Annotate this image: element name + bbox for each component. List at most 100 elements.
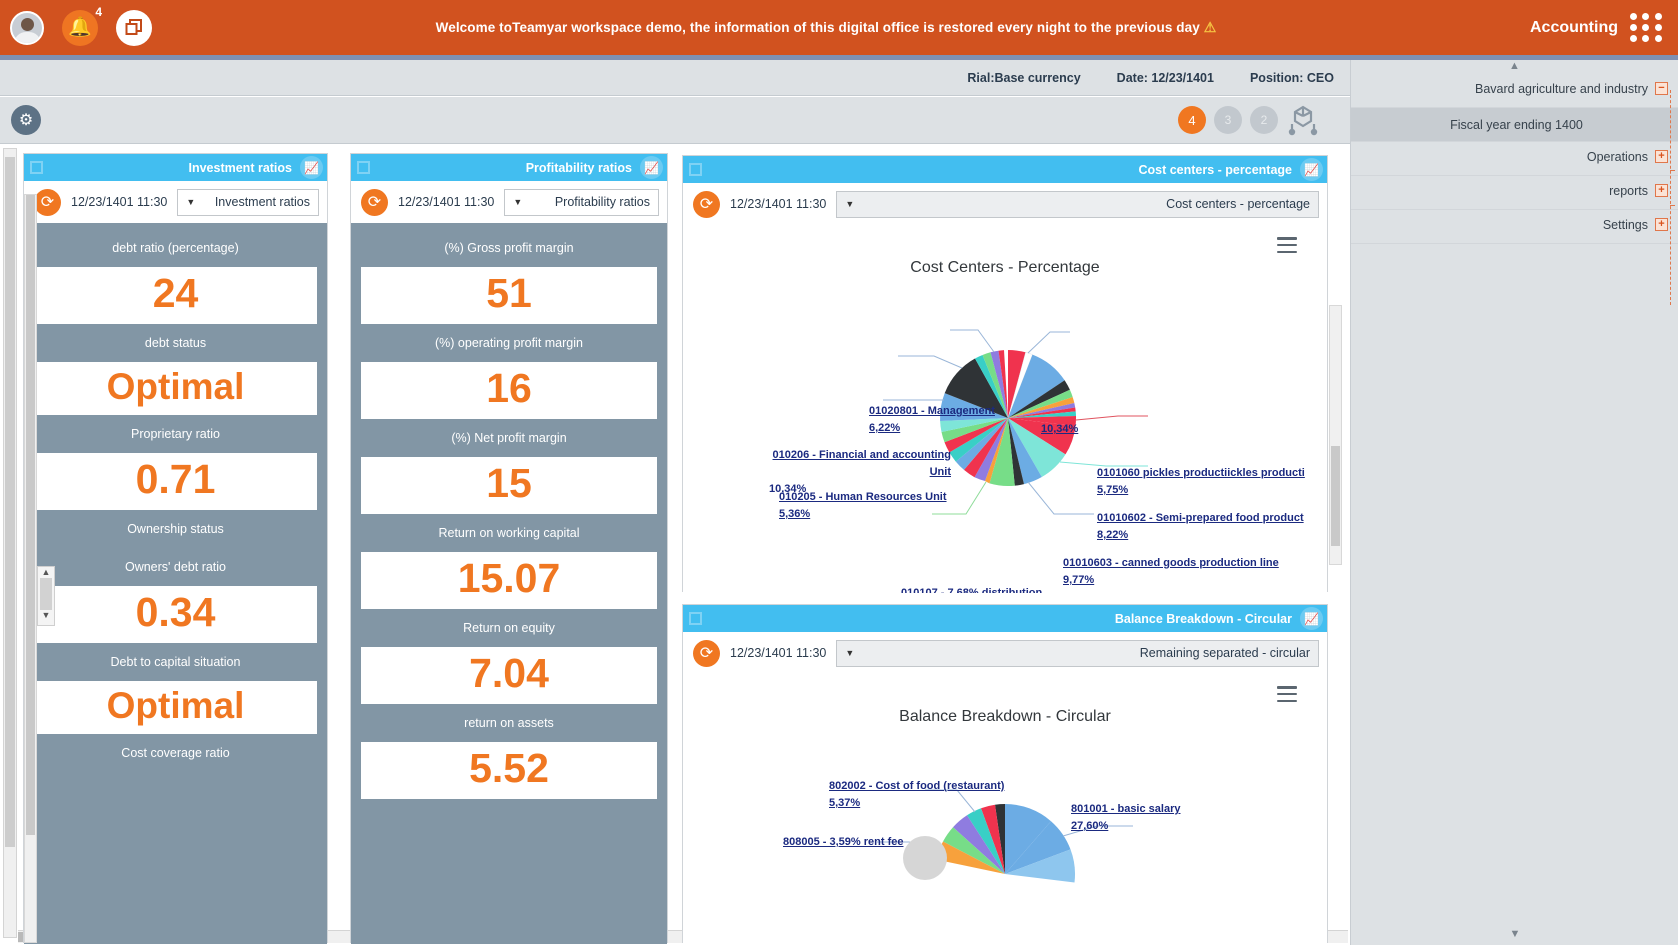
- right-sidebar: ▲ Bavard agriculture and industry − Fisc…: [1350, 60, 1678, 945]
- pie-callout-label[interactable]: 01020801 - Management 6,22%: [869, 403, 1009, 437]
- panel-timestamp: 12/23/1401 11:30: [730, 197, 827, 211]
- pie-callout-label[interactable]: 01010602 - Semi-prepared food product 8,…: [1097, 510, 1325, 544]
- scrollbar-thumb[interactable]: [26, 195, 35, 835]
- date-label: Date: 12/23/1401: [1116, 70, 1214, 85]
- warning-triangle-icon: ⚠: [1203, 19, 1217, 35]
- chart-badge-icon[interactable]: 📈: [300, 156, 323, 179]
- metric-value: 16: [361, 362, 657, 419]
- chart-cost-centers: Cost Centers - Percentage 01020801 - Man…: [683, 225, 1327, 593]
- metric-label: debt ratio (percentage): [112, 241, 239, 255]
- canvas-vertical-scrollbar[interactable]: [3, 148, 17, 938]
- app-root: 🔔 4 Welcome toTeamyar workspace demo, th…: [0, 0, 1678, 945]
- card-scrollbar[interactable]: [24, 194, 37, 943]
- panel-scrollbar[interactable]: [1329, 305, 1342, 565]
- expand-toggle-icon[interactable]: +: [1655, 184, 1668, 197]
- cube-3d-icon[interactable]: [1286, 104, 1320, 136]
- panel-balance-breakdown: Balance Breakdown - Circular 📈 ⟳ 12/23/1…: [682, 604, 1328, 944]
- notifications-button[interactable]: 🔔 4: [62, 5, 102, 46]
- panel-checkbox[interactable]: [689, 612, 702, 625]
- callout-pct: 9,77%: [1063, 574, 1095, 586]
- panel-header: Cost centers - percentage 📈: [683, 156, 1327, 183]
- pie-callout-label[interactable]: 10,34%: [1041, 421, 1078, 438]
- chevron-down-icon: ▼: [513, 197, 523, 207]
- card-dataset-select[interactable]: ▼ Profitability ratios: [504, 188, 659, 216]
- callout-name: 0101060 pickles productiickles producti: [1097, 467, 1305, 479]
- panel-dataset-select[interactable]: ▼ Cost centers - percentage: [836, 190, 1319, 218]
- refresh-icon[interactable]: ⟳: [693, 190, 720, 218]
- window-restore-button[interactable]: [116, 9, 152, 46]
- callout-name: 01020801 - Management: [869, 405, 995, 417]
- callout-pct: 6,22%: [869, 422, 901, 434]
- panel-dataset-select[interactable]: ▼ Remaining separated - circular: [836, 639, 1319, 667]
- gear-icon[interactable]: ⚙: [11, 105, 41, 135]
- pie-callout-label[interactable]: 808005 - 3,59% rent fee: [783, 834, 983, 851]
- chevron-up-icon[interactable]: ▲: [1351, 60, 1678, 74]
- avatar-body: [14, 31, 41, 43]
- avatar-head: [21, 17, 34, 31]
- app-grid-icon[interactable]: [1630, 12, 1664, 43]
- tree-tick: [1670, 170, 1675, 171]
- metric-inner-scrollbar[interactable]: ▲ ▼: [37, 566, 55, 626]
- refresh-icon[interactable]: ⟳: [693, 639, 720, 667]
- page-indicators: 4 3 2: [1178, 104, 1338, 136]
- page-indicator-3[interactable]: 2: [1250, 106, 1278, 134]
- scrollbar-thumb[interactable]: [40, 578, 52, 610]
- sidebar-item-operations[interactable]: Operations +: [1351, 142, 1678, 176]
- expand-toggle-icon[interactable]: +: [1655, 150, 1668, 163]
- pie-callout-label[interactable]: 01010603 - canned goods production line …: [1063, 555, 1313, 589]
- hamburger-menu-icon[interactable]: [1277, 686, 1297, 702]
- pie-callout-label[interactable]: 010205 - Human Resources Unit 5,36%: [779, 489, 957, 523]
- avatar[interactable]: [10, 10, 44, 45]
- top-bar: 🔔 4 Welcome toTeamyar workspace demo, th…: [0, 0, 1678, 55]
- chart-badge-icon[interactable]: 📈: [1300, 158, 1323, 181]
- card-checkbox[interactable]: [30, 161, 43, 174]
- expand-toggle-icon[interactable]: +: [1655, 218, 1668, 231]
- sidebar-item-label: Fiscal year ending 1400: [1450, 117, 1583, 132]
- card-investment-ratios: Investment ratios 📈 ⟳ 12/23/1401 11:30 ▼…: [23, 153, 328, 944]
- sidebar-item-label: reports: [1609, 184, 1648, 198]
- sidebar-item-company[interactable]: Bavard agriculture and industry −: [1351, 74, 1678, 108]
- page-indicator-1[interactable]: 4: [1178, 106, 1206, 134]
- module-title: Accounting: [1530, 18, 1618, 36]
- card-checkbox[interactable]: [357, 161, 370, 174]
- pie-callout-label[interactable]: 0101060 pickles productiickles producti …: [1097, 465, 1327, 499]
- chevron-down-icon[interactable]: ▼: [1351, 923, 1678, 945]
- sidebar-item-settings[interactable]: Settings +: [1351, 210, 1678, 244]
- chart-badge-icon[interactable]: 📈: [640, 156, 663, 179]
- sidebar-item-reports[interactable]: reports +: [1351, 176, 1678, 210]
- card-dataset-select[interactable]: ▼ Investment ratios: [177, 188, 319, 216]
- collapse-toggle-icon[interactable]: −: [1655, 82, 1668, 95]
- metric-value: Optimal: [34, 681, 317, 734]
- info-bar: Rial:Base currency Date: 12/23/1401 Posi…: [0, 60, 1350, 96]
- panel-title: Cost centers - percentage: [1138, 162, 1292, 177]
- scroll-down-arrow[interactable]: ▼: [42, 610, 51, 621]
- metric-label: (%) Net profit margin: [451, 431, 567, 445]
- callout-name: 010107 - 7,68% distribution: [901, 587, 1043, 593]
- metric-value: 5.52: [361, 742, 657, 799]
- sidebar-item-label: Bavard agriculture and industry: [1474, 82, 1648, 96]
- chart-badge-icon[interactable]: 📈: [1300, 607, 1323, 630]
- welcome-text: Welcome toTeamyar workspace demo, the in…: [435, 20, 1200, 35]
- callout-name: 801001 - basic salary: [1071, 803, 1181, 815]
- panel-subheader: ⟳ 12/23/1401 11:30 ▼ Cost centers - perc…: [683, 183, 1327, 225]
- panel-checkbox[interactable]: [689, 163, 702, 176]
- refresh-icon[interactable]: ⟳: [361, 188, 388, 216]
- page-indicator-2[interactable]: 3: [1214, 106, 1242, 134]
- hamburger-menu-icon[interactable]: [1277, 237, 1297, 253]
- refresh-icon[interactable]: ⟳: [34, 188, 61, 216]
- card-subheader: ⟳ 12/23/1401 11:30 ▼ Profitability ratio…: [351, 181, 667, 223]
- scrollbar-thumb[interactable]: [5, 157, 15, 847]
- metric-label: return on assets: [464, 716, 554, 730]
- card-dataset-value: Profitability ratios: [554, 195, 650, 209]
- window-restore-icon: [125, 18, 142, 35]
- card-profitability-ratios: Profitability ratios 📈 ⟳ 12/23/1401 11:3…: [350, 153, 668, 944]
- panel-cost-centers: Cost centers - percentage 📈 ⟳ 12/23/1401…: [682, 155, 1328, 593]
- scrollbar-thumb[interactable]: [1331, 446, 1340, 546]
- scroll-up-arrow[interactable]: ▲: [42, 567, 51, 578]
- metric-label: Ownership status: [127, 522, 224, 536]
- pie-callout-label[interactable]: 802002 - Cost of food (restaurant) 5,37%: [829, 778, 1045, 812]
- metric-value: 51: [361, 267, 657, 324]
- sidebar-item-fiscal-year[interactable]: Fiscal year ending 1400: [1351, 108, 1678, 142]
- pie-callout-label[interactable]: 801001 - basic salary 27,60%: [1071, 801, 1241, 835]
- callout-pct: 8,22%: [1097, 529, 1129, 541]
